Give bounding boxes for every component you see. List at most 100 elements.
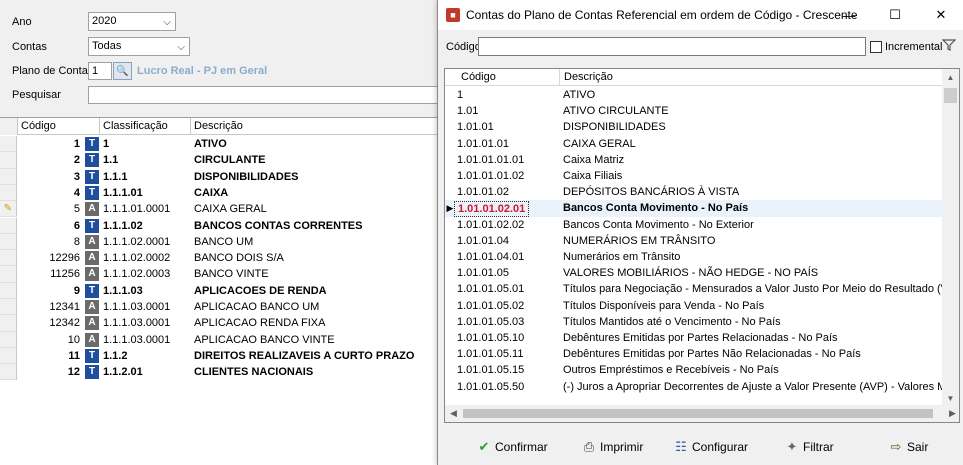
row-classification: 1.1.2 [103, 349, 128, 362]
table-row[interactable]: 9 T 1.1.1.03 APLICACOES DE RENDA [0, 282, 437, 299]
col-header-descricao[interactable]: Descrição [190, 118, 437, 135]
list-item[interactable]: 1.01.01.05.15 Outros Empréstimos e Recebí… [445, 362, 945, 378]
table-row[interactable]: 3 T 1.1.1 DISPONIBILIDADES [0, 168, 437, 185]
table-row[interactable]: 8 A 1.1.1.02.0001 BANCO UM [0, 233, 437, 251]
row-indicator[interactable] [0, 347, 17, 365]
row-indicator[interactable] [0, 364, 17, 381]
col-header-descricao-ref[interactable]: Descrição [559, 69, 945, 86]
table-row[interactable]: ✎ 5 A 1.1.1.01.0001 CAIXA GERAL [0, 201, 437, 218]
scroll-right-icon[interactable]: ▶ [944, 405, 959, 422]
row-indicator[interactable] [0, 184, 17, 202]
minimize-icon: — [842, 7, 856, 23]
scroll-left-icon[interactable]: ◀ [445, 405, 462, 422]
list-item[interactable]: 1.01.01.05.01 Títulos para Negociação - M… [445, 281, 959, 297]
filter-label: Código [446, 41, 481, 53]
row-classification: 1.1.1.03.0001 [103, 333, 171, 346]
list-item[interactable]: 1.01.01.05.03 Títulos Mantidos até o Venc… [445, 314, 945, 330]
list-item[interactable]: ▶ 1.01.01.02.01 Bancos Conta Movimento - N… [445, 200, 945, 218]
list-item[interactable]: 1.01.01.02 DEPÓSITOS BANCÁRIOS À VISTA [445, 184, 945, 200]
horizontal-scroll-thumb[interactable] [463, 409, 933, 418]
col-header-codigo[interactable]: Código [17, 118, 99, 135]
row-indicator[interactable] [0, 331, 17, 348]
table-row[interactable]: 11 T 1.1.2 DIREITOS REALIZAVEIS A CURTO PRA… [0, 347, 437, 365]
table-row[interactable]: 1 T 1 ATIVO [0, 136, 437, 153]
scroll-up-icon[interactable]: ▲ [942, 69, 959, 86]
table-row[interactable]: 4 T 1.1.1.01 CAIXA [0, 184, 437, 202]
list-item[interactable]: 1.01.01.04 NUMERÁRIOS EM TRÂNSITO [445, 233, 945, 249]
row-indicator[interactable] [0, 136, 17, 153]
configurar-button[interactable]: ☷ Configurar [673, 437, 748, 457]
dialog-titlebar: ■ Contas do Plano de Contas Referencial … [438, 0, 963, 30]
row-indicator[interactable] [0, 168, 17, 185]
row-indicator[interactable] [0, 250, 17, 267]
list-item[interactable]: 1.01.01.05.11 Debêntures Emitidas por Par… [445, 346, 945, 362]
filtrar-button[interactable]: ✦ Filtrar [784, 437, 834, 457]
ano-select[interactable]: 2020 ⌵ [88, 12, 176, 31]
list-item[interactable]: 1.01 ATIVO CIRCULANTE [445, 103, 945, 119]
printer-icon: ⎙ [583, 439, 595, 454]
contas-select[interactable]: Todas ⌵ [88, 37, 190, 56]
table-row[interactable]: 12 T 1.1.2.01 CLIENTES NACIONAIS [0, 364, 437, 381]
close-button[interactable]: ✕ [918, 0, 963, 30]
row-description: APLICACAO BANCO VINTE [194, 333, 335, 346]
search-input[interactable] [88, 86, 438, 104]
plano-lookup-button[interactable]: 🔍 [113, 62, 132, 80]
row-indicator[interactable] [0, 282, 17, 299]
row-description: ATIVO [194, 138, 227, 150]
row-code: 9 [73, 284, 80, 297]
table-row[interactable]: 2 T 1.1 CIRCULANTE [0, 152, 437, 169]
list-item[interactable]: 1.01.01.01 CAIXA GERAL [445, 136, 945, 152]
confirmar-button[interactable]: ✔ Confirmar [476, 437, 548, 457]
minimize-button[interactable]: — [826, 0, 872, 30]
table-row[interactable]: 11256 A 1.1.1.02.0003 BANCO VINTE [0, 266, 437, 283]
list-item[interactable]: 1.01.01.01.01 Caixa Matriz [445, 152, 945, 168]
row-classification: 1.1.1.01 [103, 186, 143, 199]
list-item[interactable]: 1.01.01.05.50 (-) Juros a Apropriar Decor… [445, 379, 959, 395]
maximize-button[interactable]: ☐ [872, 0, 918, 30]
table-row[interactable]: 10 A 1.1.1.03.0001 APLICACAO BANCO VINTE [0, 331, 437, 348]
horizontal-scrollbar[interactable]: ◀ ▶ [445, 405, 959, 422]
account-type-badge: A [85, 202, 99, 217]
code-filter-input[interactable] [478, 37, 866, 56]
row-indicator[interactable] [0, 315, 17, 332]
row-code: 6 [73, 219, 80, 232]
imprimir-button[interactable]: ⎙ Imprimir [581, 437, 644, 457]
col-header-codigo-ref[interactable]: Código [457, 69, 563, 86]
account-type-badge: A [85, 300, 99, 314]
plano-input[interactable]: 1 [88, 62, 112, 80]
row-indicator[interactable]: ✎ [0, 201, 17, 218]
ref-code: 1.01.01.01 [457, 137, 509, 150]
row-indicator[interactable] [0, 217, 17, 234]
ref-description: NUMERÁRIOS EM TRÂNSITO [563, 234, 716, 247]
list-item[interactable]: 1.01.01.05.10 Debêntures Emitidas por Par… [445, 330, 945, 346]
vertical-scrollbar[interactable]: ▲ ▼ [942, 69, 959, 407]
table-row[interactable]: 12296 A 1.1.1.02.0002 BANCO DOIS S/A [0, 250, 437, 267]
row-indicator[interactable] [0, 299, 17, 316]
list-item[interactable]: 1.01.01.02.02 Bancos Conta Movimento - No… [445, 217, 945, 233]
table-row[interactable]: 6 T 1.1.1.02 BANCOS CONTAS CORRENTES [0, 217, 437, 234]
vertical-scroll-thumb[interactable] [944, 88, 957, 103]
row-indicator[interactable] [0, 266, 17, 283]
list-item[interactable]: 1.01.01.05 VALORES MOBILIÁRIOS - NÃO HEDG… [445, 265, 945, 281]
list-item[interactable]: 1.01.01.01.02 Caixa Filiais [445, 168, 945, 184]
row-code: 1 [73, 138, 80, 150]
table-row[interactable]: 12341 A 1.1.1.03.0001 APLICACAO BANCO UM [0, 299, 437, 316]
filter-funnel-icon[interactable] [941, 38, 957, 55]
account-type-badge: T [85, 169, 99, 184]
row-indicator[interactable] [0, 233, 17, 251]
row-indicator[interactable] [0, 152, 17, 169]
list-item[interactable]: 1.01.01.05.02 Títulos Disponíveis para Ve… [445, 298, 945, 314]
col-header-classificacao[interactable]: Classificação [99, 118, 190, 135]
list-item[interactable]: 1 ATIVO [445, 87, 945, 103]
indicator-header [0, 118, 17, 135]
ref-code: 1.01.01.05.50 [457, 380, 525, 393]
sair-button[interactable]: ⇨ Sair [888, 437, 929, 457]
row-code: 12296 [49, 252, 80, 265]
table-row[interactable]: 12342 A 1.1.1.03.0001 APLICACAO RENDA FIXA [0, 315, 437, 332]
row-description: BANCO UM [194, 235, 254, 248]
exit-icon: ⇨ [890, 439, 902, 454]
list-item[interactable]: 1.01.01 DISPONIBILIDADES [445, 119, 945, 135]
incremental-checkbox[interactable] [870, 41, 882, 53]
row-description: CLIENTES NACIONAIS [194, 366, 314, 379]
list-item[interactable]: 1.01.01.04.01 Numerários em Trânsito [445, 249, 945, 265]
